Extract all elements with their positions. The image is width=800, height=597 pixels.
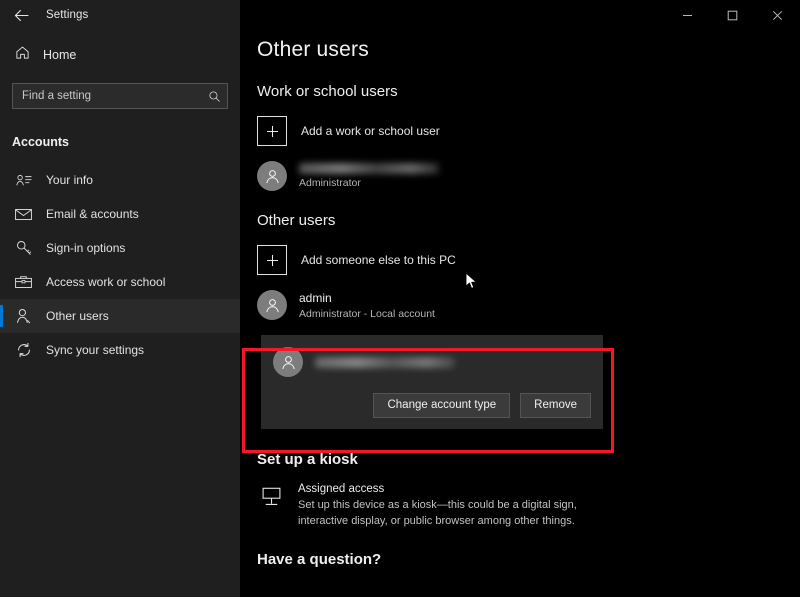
sidebar-item-label: Your info xyxy=(46,173,93,187)
sidebar-item-access-work-school[interactable]: Access work or school xyxy=(0,265,240,299)
selected-user-actions: Change account type Remove xyxy=(273,393,591,418)
user-name-redacted xyxy=(315,357,455,368)
user-meta: admin Administrator - Local account xyxy=(299,291,435,320)
work-school-user-row[interactable]: Administrator xyxy=(257,161,800,191)
plus-icon xyxy=(257,245,287,275)
sidebar-item-other-users[interactable]: Other users xyxy=(0,299,240,333)
sidebar-nav: Your info Email & accounts xyxy=(0,163,240,367)
user-role: Administrator - Local account xyxy=(299,308,435,320)
sidebar-item-label: Sign-in options xyxy=(46,241,125,255)
user-meta: Administrator xyxy=(299,163,439,189)
sidebar-item-label: Home xyxy=(43,48,76,62)
search-input[interactable] xyxy=(22,90,208,102)
assigned-access-description: Set up this device as a kiosk—this could… xyxy=(298,498,598,529)
avatar xyxy=(273,347,303,377)
back-arrow-icon[interactable] xyxy=(10,4,32,26)
briefcase-icon xyxy=(15,275,32,289)
selected-user-card[interactable]: Change account type Remove xyxy=(261,335,603,429)
envelope-icon xyxy=(15,208,32,221)
add-someone-else-label: Add someone else to this PC xyxy=(301,253,456,267)
remove-user-button[interactable]: Remove xyxy=(520,393,591,418)
selected-user-header xyxy=(273,347,591,377)
avatar xyxy=(257,161,287,191)
sidebar-item-sign-in-options[interactable]: Sign-in options xyxy=(0,231,240,265)
settings-window: Settings Home Accounts xyxy=(0,0,800,597)
assigned-access-text: Assigned access Set up this device as a … xyxy=(298,483,598,529)
sidebar-item-your-info[interactable]: Your info xyxy=(0,163,240,197)
window-controls xyxy=(665,0,800,30)
sidebar-item-email-accounts[interactable]: Email & accounts xyxy=(0,197,240,231)
user-name: admin xyxy=(299,291,435,305)
sidebar-item-label: Access work or school xyxy=(46,275,165,289)
sidebar: Settings Home Accounts xyxy=(0,0,240,597)
key-icon xyxy=(15,240,32,256)
page-title: Other users xyxy=(257,38,800,62)
sync-icon xyxy=(15,342,32,358)
search-box[interactable] xyxy=(12,83,228,109)
change-account-type-button[interactable]: Change account type xyxy=(373,393,510,418)
sidebar-item-home[interactable]: Home xyxy=(0,40,240,70)
search-icon[interactable] xyxy=(208,90,221,103)
title-bar: Settings xyxy=(0,0,240,30)
plus-icon xyxy=(257,116,287,146)
minimize-button[interactable] xyxy=(665,0,710,30)
add-work-school-user-button[interactable]: Add a work or school user xyxy=(257,116,800,146)
sidebar-item-label: Sync your settings xyxy=(46,343,144,357)
list-item[interactable]: admin Administrator - Local account xyxy=(257,290,800,320)
add-someone-else-button[interactable]: Add someone else to this PC xyxy=(257,245,800,275)
close-button[interactable] xyxy=(755,0,800,30)
avatar xyxy=(257,290,287,320)
sidebar-item-sync-your-settings[interactable]: Sync your settings xyxy=(0,333,240,367)
assigned-access-row[interactable]: Assigned access Set up this device as a … xyxy=(257,483,800,529)
monitor-icon xyxy=(257,483,285,507)
sidebar-item-label: Other users xyxy=(46,309,109,323)
contact-card-icon xyxy=(15,173,32,187)
sidebar-category-title: Accounts xyxy=(12,135,240,149)
add-work-school-user-label: Add a work or school user xyxy=(301,124,440,138)
assigned-access-title: Assigned access xyxy=(298,483,598,495)
maximize-button[interactable] xyxy=(710,0,755,30)
user-role: Administrator xyxy=(299,177,439,189)
have-a-question-heading: Have a question? xyxy=(257,551,800,568)
other-users-heading: Other users xyxy=(257,212,800,229)
kiosk-heading: Set up a kiosk xyxy=(257,451,800,468)
home-icon xyxy=(15,45,30,65)
work-school-heading: Work or school users xyxy=(257,83,800,100)
main-content: Other users Work or school users Add a w… xyxy=(240,0,800,597)
app-title: Settings xyxy=(46,9,88,21)
sidebar-item-label: Email & accounts xyxy=(46,207,139,221)
person-icon xyxy=(15,308,32,324)
user-name-redacted xyxy=(299,163,439,174)
